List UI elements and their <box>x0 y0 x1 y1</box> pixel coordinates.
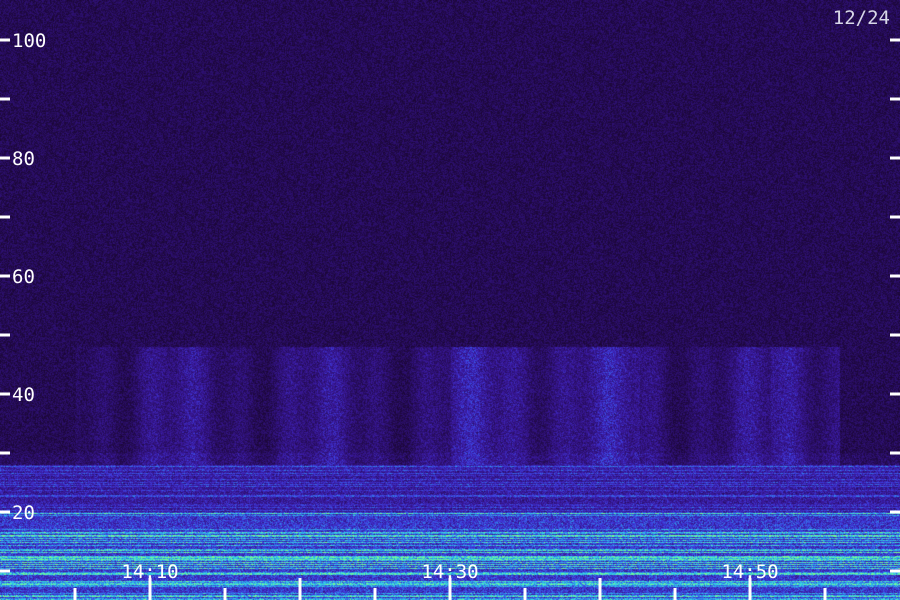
y-axis: 100 80 60 40 20 <box>0 30 900 573</box>
x-axis: 14:10 14:30 14:50 <box>73 561 827 600</box>
y-tick-label: 60 <box>12 266 35 288</box>
x-tick-label: 14:50 <box>721 561 778 583</box>
chart-overlay: 100 80 60 40 20 14:10 14:30 14:50 12/24 <box>0 7 900 600</box>
x-tick-label: 14:30 <box>421 561 478 583</box>
y-tick-label: 20 <box>12 502 35 524</box>
x-tick-label: 14:10 <box>121 561 178 583</box>
date-label: 12/24 <box>833 7 890 29</box>
y-tick-label: 80 <box>12 148 35 170</box>
y-tick-label: 40 <box>12 384 35 406</box>
y-tick-label: 100 <box>12 30 46 52</box>
